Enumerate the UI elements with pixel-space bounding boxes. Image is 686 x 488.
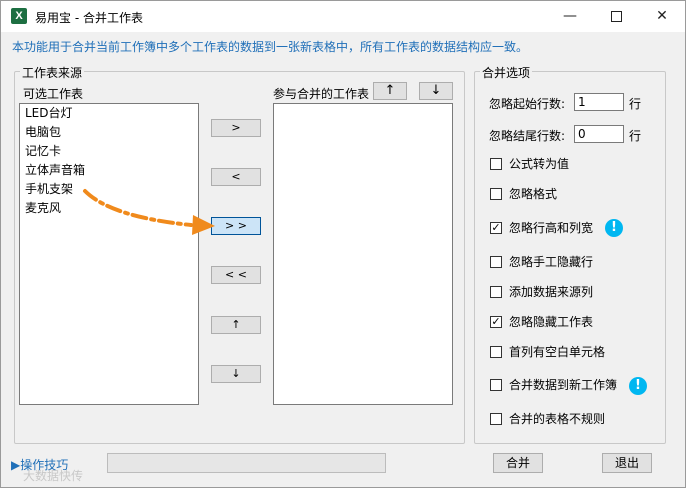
merge-sheets-list[interactable]	[273, 103, 453, 405]
skip-start-rows-input[interactable]: 1	[574, 93, 624, 111]
window-title: 易用宝 - 合并工作表	[35, 11, 143, 25]
minimize-button[interactable]: —	[547, 1, 593, 32]
checkbox[interactable]	[490, 346, 502, 358]
add-one-button[interactable]: >	[211, 119, 261, 137]
option-label: 忽略隐藏工作表	[509, 315, 594, 329]
skip-end-rows-label: 忽略结尾行数:	[489, 129, 566, 143]
merge-worksheets-dialog: X 易用宝 - 合并工作表 — ✕ 本功能用于合并当前工作簿中多个工作表的数据到…	[0, 0, 686, 488]
skip-start-rows-unit: 行	[629, 97, 642, 111]
option-label: 公式转为值	[509, 157, 570, 171]
maximize-icon	[610, 10, 622, 22]
checkbox[interactable]	[490, 413, 502, 425]
skip-end-rows-unit: 行	[629, 129, 642, 143]
option-label: 添加数据来源列	[509, 285, 594, 299]
checkbox[interactable]	[490, 256, 502, 268]
option-label: 忽略格式	[509, 187, 558, 201]
checkbox[interactable]	[490, 158, 502, 170]
move-down-button[interactable]: ↓	[419, 82, 453, 100]
info-icon[interactable]: !	[629, 377, 647, 395]
list-item[interactable]: 记忆卡	[20, 142, 198, 161]
list-item[interactable]: 立体声音箱	[20, 161, 198, 180]
merge-options-label: 合并选项	[480, 64, 533, 81]
watermark: 大数据快传	[23, 469, 84, 483]
option-label: 忽略手工隐藏行	[509, 255, 594, 269]
title-bar: X 易用宝 - 合并工作表 — ✕	[1, 1, 685, 32]
remove-all-button[interactable]: < <	[211, 266, 261, 284]
checkbox[interactable]: ✓	[490, 222, 502, 234]
skip-start-rows-label: 忽略起始行数:	[489, 97, 566, 111]
worksheet-source-label: 工作表来源	[20, 64, 85, 81]
option-label: 合并的表格不规则	[509, 412, 606, 426]
order-up-button[interactable]: ↑	[211, 316, 261, 334]
list-item[interactable]: 电脑包	[20, 123, 198, 142]
available-sheets-label: 可选工作表	[23, 87, 84, 101]
exit-button[interactable]: 退出	[602, 453, 652, 473]
skip-end-rows-input[interactable]: 0	[574, 125, 624, 143]
excel-app-icon: X	[11, 8, 27, 24]
info-icon[interactable]: !	[605, 219, 623, 237]
checkbox[interactable]	[490, 286, 502, 298]
annotation-arrow-icon	[83, 189, 215, 235]
progress-bar	[107, 453, 386, 473]
description-text: 本功能用于合并当前工作簿中多个工作表的数据到一张新表格中，所有工作表的数据结构应…	[12, 40, 529, 54]
merge-sheets-label: 参与合并的工作表	[273, 87, 370, 101]
checkbox[interactable]: ✓	[490, 316, 502, 328]
available-sheets-list[interactable]: LED台灯 电脑包 记忆卡 立体声音箱 手机支架 麦克风	[19, 103, 199, 405]
option-label: 首列有空白单元格	[509, 345, 606, 359]
checkbox[interactable]	[490, 379, 502, 391]
checkbox[interactable]	[490, 188, 502, 200]
option-label: 合并数据到新工作簿	[509, 378, 618, 392]
order-down-button[interactable]: ↓	[211, 365, 261, 383]
close-button[interactable]: ✕	[639, 1, 685, 32]
maximize-button[interactable]	[593, 1, 639, 32]
list-item[interactable]: LED台灯	[20, 104, 198, 123]
option-label: 忽略行高和列宽	[509, 221, 594, 235]
move-up-button[interactable]: ↑	[373, 82, 407, 100]
merge-button[interactable]: 合并	[493, 453, 543, 473]
